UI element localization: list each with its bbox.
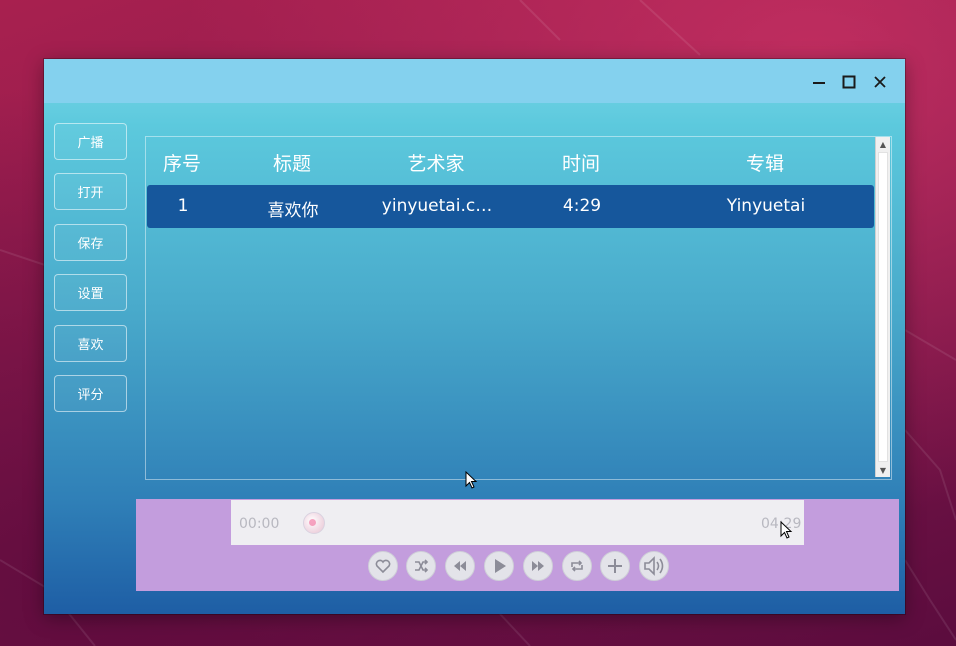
current-time: 00:00	[239, 516, 280, 532]
cell-index: 1	[177, 196, 189, 216]
sidebar-item-favorites[interactable]: 喜欢	[54, 325, 127, 362]
next-icon	[532, 561, 544, 571]
next-button[interactable]	[523, 551, 553, 581]
mouse-cursor-icon	[780, 521, 793, 539]
heart-icon	[375, 559, 391, 574]
sidebar-item-open[interactable]: 打开	[54, 173, 127, 210]
sidebar-item-broadcast[interactable]: 广播	[54, 123, 127, 160]
table-row[interactable]: 1 喜欢你 yinyuetai.c… 4:29 Yinyuetai	[147, 185, 874, 228]
player-panel: 00:00 04:29	[136, 499, 899, 591]
shuffle-icon	[415, 559, 429, 573]
sidebar-item-settings[interactable]: 设置	[54, 274, 127, 311]
maximize-icon	[842, 75, 856, 89]
add-button[interactable]	[600, 551, 630, 581]
music-player-window: 广播 打开 保存 设置 喜欢 评分 序号 标题 艺术家 时间 专辑 1 喜欢你 …	[44, 59, 905, 614]
column-header-index[interactable]: 序号	[146, 149, 218, 176]
volume-button[interactable]	[639, 551, 669, 581]
repeat-button[interactable]	[562, 551, 592, 581]
sidebar-item-rating[interactable]: 评分	[54, 375, 127, 412]
progress-bar[interactable]: 00:00 04:29	[231, 500, 804, 545]
previous-icon	[454, 561, 466, 571]
previous-button[interactable]	[445, 551, 475, 581]
repeat-icon	[571, 560, 583, 572]
like-button[interactable]	[368, 551, 398, 581]
minimize-button[interactable]	[808, 71, 830, 93]
play-icon	[495, 559, 506, 573]
vertical-scrollbar[interactable]: ▲ ▼	[875, 137, 890, 477]
maximize-button[interactable]	[838, 71, 860, 93]
scrollbar-thumb[interactable]	[878, 152, 888, 462]
playlist-table[interactable]: 序号 标题 艺术家 时间 专辑 1 喜欢你 yinyuetai.c… 4:29 …	[145, 136, 892, 480]
shuffle-button[interactable]	[406, 551, 436, 581]
progress-knob[interactable]	[303, 512, 325, 534]
play-button[interactable]	[484, 551, 514, 581]
cell-duration: 4:29	[562, 196, 602, 216]
mouse-cursor-icon	[465, 471, 478, 489]
minimize-icon	[813, 82, 825, 84]
volume-icon	[644, 556, 664, 576]
add-icon	[608, 559, 622, 573]
close-button[interactable]	[869, 71, 891, 93]
column-header-title[interactable]: 标题	[218, 149, 366, 176]
table-header: 序号 标题 艺术家 时间 专辑	[146, 137, 874, 185]
scroll-down-arrow-icon[interactable]: ▼	[876, 463, 890, 477]
cell-artist: yinyuetai.c…	[381, 196, 493, 216]
title-bar[interactable]	[44, 59, 905, 103]
scroll-up-arrow-icon[interactable]: ▲	[876, 137, 890, 151]
sidebar-item-save[interactable]: 保存	[54, 224, 127, 261]
column-header-artist[interactable]: 艺术家	[366, 149, 506, 176]
column-header-duration[interactable]: 时间	[506, 149, 656, 176]
column-header-album[interactable]: 专辑	[656, 149, 874, 176]
cell-album: Yinyuetai	[726, 196, 806, 216]
close-icon	[874, 76, 886, 88]
cell-title: 喜欢你	[267, 201, 319, 221]
